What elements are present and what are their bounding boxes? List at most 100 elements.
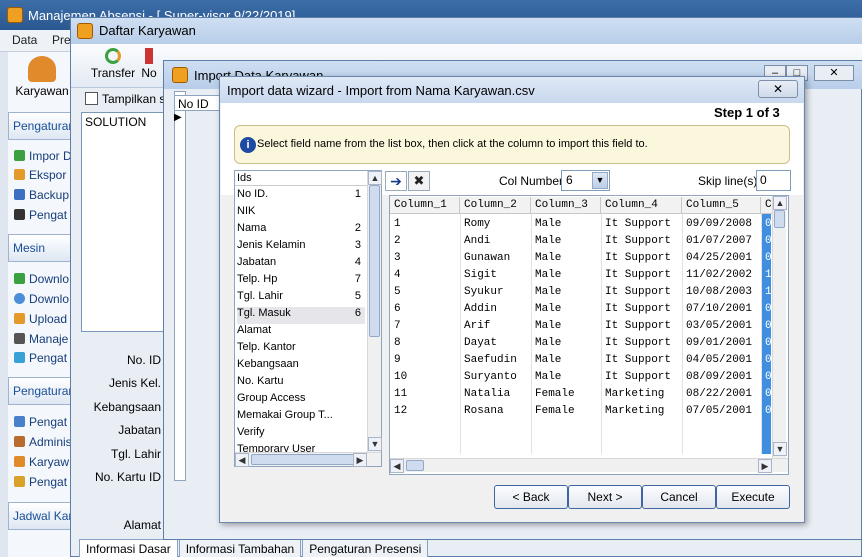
tab-informasi-dasar[interactable]: Informasi Dasar: [79, 539, 178, 557]
nav-upload[interactable]: Upload: [14, 312, 78, 326]
grid-cell[interactable]: 1: [394, 218, 459, 230]
transfer-button[interactable]: Transfer: [88, 46, 138, 80]
grid-cell[interactable]: Dayat: [464, 337, 530, 349]
grid-cell[interactable]: It Support: [605, 371, 681, 383]
grid-cell[interactable]: 0: [765, 388, 772, 400]
grid-cell[interactable]: 0: [765, 320, 772, 332]
grid-cell[interactable]: Male: [535, 286, 600, 298]
scroll-right-button[interactable]: ▶: [758, 459, 772, 473]
tree-root[interactable]: SOLUTION: [85, 115, 146, 129]
field-list-item[interactable]: Tgl. Lahir 5: [237, 290, 365, 307]
scroll-thumb[interactable]: [251, 454, 359, 465]
nav-admin[interactable]: Adminis: [14, 435, 78, 449]
field-list-item[interactable]: No. Kartu: [237, 375, 365, 392]
execute-button[interactable]: Execute: [716, 485, 790, 509]
grid-cell[interactable]: 09/09/2008: [686, 218, 760, 230]
nav-pengat-1[interactable]: Pengat: [14, 208, 78, 222]
nav-manajemen[interactable]: Manaje: [14, 332, 78, 346]
field-list-hscrollbar[interactable]: ◀ ▶: [235, 452, 381, 467]
grid-cell[interactable]: 0: [765, 354, 772, 366]
nav-pengat-2[interactable]: Pengat: [14, 351, 78, 365]
scroll-thumb[interactable]: [369, 185, 380, 337]
scroll-up-button[interactable]: ▲: [773, 196, 787, 210]
skip-lines-input[interactable]: 0: [756, 170, 791, 191]
nav-section-pengaturan-1[interactable]: Pengaturan: [8, 112, 78, 140]
preview-grid[interactable]: Column_1 Column_2 Column_3 Column_4 Column_5…: [389, 195, 789, 475]
grid-cell[interactable]: Male: [535, 320, 600, 332]
grid-cell[interactable]: It Support: [605, 320, 681, 332]
column-header[interactable]: Column_3: [531, 197, 601, 214]
grid-cell[interactable]: Male: [535, 303, 600, 315]
nav-section-mesin[interactable]: Mesin: [8, 234, 78, 262]
grid-cell[interactable]: 2: [394, 235, 459, 247]
grid-cell[interactable]: 11/02/2002: [686, 269, 760, 281]
nav-karyawan[interactable]: Karyaw: [14, 455, 78, 469]
grid-cell[interactable]: Marketing: [605, 405, 681, 417]
grid-cell[interactable]: 5: [394, 286, 459, 298]
grid-cell[interactable]: It Support: [605, 269, 681, 281]
col-number-select[interactable]: 6 ▼: [561, 170, 610, 191]
nav-download-2[interactable]: Downlo: [14, 292, 78, 306]
cancel-button[interactable]: Cancel: [642, 485, 716, 509]
grid-cell[interactable]: 6: [394, 303, 459, 315]
next-button[interactable]: Next >: [568, 485, 642, 509]
back-button[interactable]: < Back: [494, 485, 568, 509]
assign-field-button[interactable]: ➔: [385, 171, 407, 191]
grid-cell[interactable]: Andi: [464, 235, 530, 247]
grid-cell[interactable]: Male: [535, 235, 600, 247]
column-header[interactable]: Column_5: [682, 197, 761, 214]
scroll-thumb[interactable]: [774, 210, 785, 228]
grid-cell[interactable]: 04/05/2001: [686, 354, 760, 366]
grid-cell[interactable]: 01/07/2007: [686, 235, 760, 247]
grid-cell[interactable]: Syukur: [464, 286, 530, 298]
grid-cell[interactable]: 1: [765, 269, 772, 281]
grid-cell[interactable]: Saefudin: [464, 354, 530, 366]
grid-cell[interactable]: It Support: [605, 252, 681, 264]
nav-pengat-4[interactable]: Pengat: [14, 475, 78, 489]
grid-cell[interactable]: Romy: [464, 218, 530, 230]
grid-cell[interactable]: 11: [394, 388, 459, 400]
grid-cell[interactable]: Male: [535, 252, 600, 264]
grid-cell[interactable]: 10: [394, 371, 459, 383]
nav-export[interactable]: Ekspor: [14, 168, 78, 182]
scroll-thumb[interactable]: [406, 460, 424, 471]
field-list-item[interactable]: Telp. Kantor: [237, 341, 365, 358]
grid-cell[interactable]: It Support: [605, 235, 681, 247]
grid-cell[interactable]: 07/10/2001: [686, 303, 760, 315]
field-list-item[interactable]: Jenis Kelamin 3: [237, 239, 365, 256]
grid-cell[interactable]: Arif: [464, 320, 530, 332]
grid-cell[interactable]: 12: [394, 405, 459, 417]
scroll-left-button[interactable]: ◀: [235, 453, 249, 467]
grid-cell[interactable]: 0: [765, 218, 772, 230]
grid-cell[interactable]: Female: [535, 405, 600, 417]
grid-cell[interactable]: It Support: [605, 286, 681, 298]
field-list-item[interactable]: Alamat: [237, 324, 365, 341]
grid-cell[interactable]: Suryanto: [464, 371, 530, 383]
field-list-item[interactable]: Tgl. Masuk 6: [237, 307, 365, 324]
grid-cell[interactable]: Male: [535, 371, 600, 383]
grid-cell[interactable]: Gunawan: [464, 252, 530, 264]
scroll-left-button[interactable]: ◀: [390, 459, 404, 473]
close-button[interactable]: ✕: [814, 65, 854, 81]
field-listbox[interactable]: Ids No ID. 1 NIK Nama 2 Jenis Kelamin 3 Jabatan…: [234, 170, 382, 467]
grid-cell[interactable]: 8: [394, 337, 459, 349]
grid-cell[interactable]: 7: [394, 320, 459, 332]
grid-cell[interactable]: 0: [765, 405, 772, 417]
checkbox[interactable]: [85, 92, 98, 105]
tab-informasi-tambahan[interactable]: Informasi Tambahan: [178, 539, 302, 557]
grid-cell[interactable]: 9: [394, 354, 459, 366]
nav-import[interactable]: Impor D: [14, 149, 78, 163]
tab-pengaturan-presensi[interactable]: Pengaturan Presensi: [302, 539, 429, 557]
scroll-down-button[interactable]: ▼: [773, 442, 787, 456]
grid-cell[interactable]: It Support: [605, 354, 681, 366]
wizard-close-button[interactable]: ✕: [758, 80, 798, 98]
menu-pre[interactable]: Pre: [52, 33, 71, 47]
grid-cell[interactable]: 08/22/2001: [686, 388, 760, 400]
clear-field-button[interactable]: ✖: [408, 171, 430, 191]
field-list-item[interactable]: Memakai Group T...: [237, 409, 365, 426]
grid-cell[interactable]: Addin: [464, 303, 530, 315]
scroll-down-button[interactable]: ▼: [368, 437, 382, 451]
grid-cell[interactable]: Male: [535, 218, 600, 230]
field-list-item[interactable]: Nama 2: [237, 222, 365, 239]
field-list-item[interactable]: Verify: [237, 426, 365, 443]
